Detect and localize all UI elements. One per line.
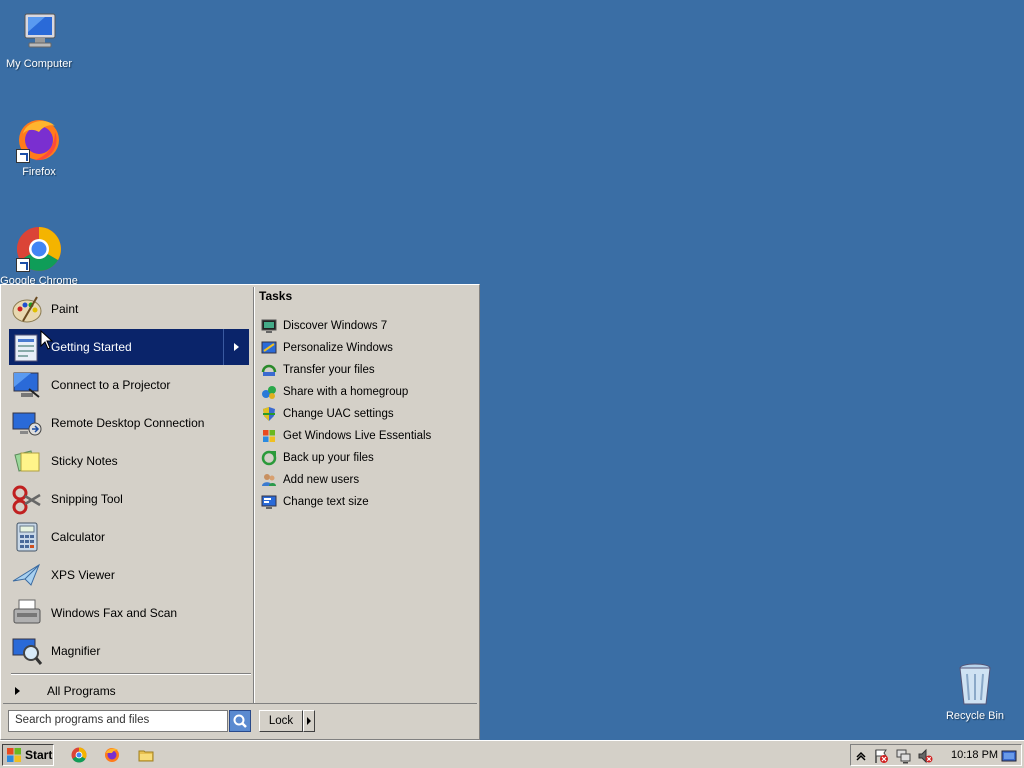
task-label: Add new users	[283, 474, 360, 486]
search-input[interactable]: Search programs and files	[8, 710, 228, 732]
program-paint[interactable]: Paint	[9, 291, 249, 327]
program-xps-viewer[interactable]: XPS Viewer	[9, 557, 249, 593]
shortcut-arrow-icon	[16, 149, 30, 163]
getting-started-icon	[11, 331, 43, 363]
desktop-icon-label: Firefox	[22, 166, 56, 178]
task-label: Back up your files	[283, 452, 374, 464]
program-magnifier[interactable]: Magnifier	[9, 633, 249, 669]
desktop-icon-my-computer[interactable]: My Computer	[0, 8, 78, 70]
desktop-icon-firefox[interactable]: Firefox	[0, 116, 78, 178]
volume-muted-icon[interactable]	[917, 748, 933, 764]
submenu-arrow-icon[interactable]	[223, 329, 249, 365]
windows-live-icon	[261, 428, 277, 444]
clock[interactable]: 10:18 PM	[951, 749, 998, 761]
program-connect-to-a-projector[interactable]: Connect to a Projector	[9, 367, 249, 403]
task-change-uac-settings[interactable]: Change UAC settings	[261, 404, 471, 424]
program-label: Paint	[51, 302, 79, 316]
task-change-text-size[interactable]: Change text size	[261, 492, 471, 512]
start-label: Start	[25, 748, 53, 762]
text-size-icon	[261, 494, 277, 510]
chrome-icon[interactable]	[71, 747, 87, 763]
program-label: Windows Fax and Scan	[51, 606, 178, 620]
magnifier-icon	[11, 635, 43, 667]
program-label: Remote Desktop Connection	[51, 416, 205, 430]
network-icon[interactable]	[895, 748, 911, 764]
paint-icon	[11, 293, 43, 325]
snipping-tool-icon	[11, 483, 43, 515]
transfer-icon	[261, 362, 277, 378]
users-icon	[261, 472, 277, 488]
task-share-homegroup[interactable]: Share with a homegroup	[261, 382, 471, 402]
windows-flag-icon	[6, 747, 22, 763]
backup-icon	[261, 450, 277, 466]
task-discover-windows[interactable]: Discover Windows 7	[261, 316, 471, 336]
mouse-cursor-icon	[40, 329, 54, 350]
program-label: Snipping Tool	[51, 492, 123, 506]
program-calculator[interactable]: Calculator	[9, 519, 249, 555]
all-programs-label: All Programs	[47, 684, 116, 698]
task-label: Share with a homegroup	[283, 386, 409, 398]
program-remote-desktop-connection[interactable]: Remote Desktop Connection	[9, 405, 249, 441]
program-sticky-notes[interactable]: Sticky Notes	[9, 443, 249, 479]
task-back-up-files[interactable]: Back up your files	[261, 448, 471, 468]
desktop-icon-chrome[interactable]: Google Chrome	[0, 225, 78, 287]
program-snipping-tool[interactable]: Snipping Tool	[9, 481, 249, 517]
discover-icon	[261, 318, 277, 334]
chrome-icon	[15, 225, 63, 273]
calculator-icon	[11, 521, 43, 553]
homegroup-icon	[261, 384, 277, 400]
start-menu: Paint Getting Started Connect to a Proje…	[0, 284, 480, 740]
action-center-icon[interactable]	[873, 748, 889, 764]
desktop-icon-recycle-bin[interactable]: Recycle Bin	[936, 660, 1014, 722]
task-windows-live-essentials[interactable]: Get Windows Live Essentials	[261, 426, 471, 446]
tasks-pane: Tasks Discover Windows 7 Personalize Win…	[257, 287, 477, 703]
projector-icon	[11, 369, 43, 401]
desktop-icon-label: Recycle Bin	[945, 710, 1005, 722]
xps-viewer-icon	[11, 559, 43, 591]
task-label: Get Windows Live Essentials	[283, 430, 432, 442]
task-label: Change UAC settings	[283, 408, 394, 420]
expand-arrow-icon	[15, 687, 20, 695]
all-programs-button[interactable]: All Programs	[11, 681, 251, 701]
program-label: Magnifier	[51, 644, 101, 658]
task-personalize-windows[interactable]: Personalize Windows	[261, 338, 471, 358]
show-desktop-icon[interactable]	[1001, 748, 1017, 764]
computer-icon	[15, 8, 63, 56]
start-menu-bottom-bar: Search programs and files Lock	[3, 703, 477, 737]
task-label: Discover Windows 7	[283, 320, 388, 332]
task-add-new-users[interactable]: Add new users	[261, 470, 471, 490]
program-label: Sticky Notes	[51, 454, 118, 468]
program-label: Getting Started	[51, 340, 132, 354]
firefox-icon	[15, 116, 63, 164]
task-label: Change text size	[283, 496, 369, 508]
lock-options-arrow-icon[interactable]	[303, 710, 315, 732]
task-transfer-files[interactable]: Transfer your files	[261, 360, 471, 380]
desktop-icon-label: My Computer	[5, 58, 73, 70]
uac-shield-icon	[261, 406, 277, 422]
program-label: Connect to a Projector	[51, 378, 171, 392]
taskbar: Start 10:18 PM	[0, 740, 1024, 768]
search-icon[interactable]	[229, 710, 251, 732]
recycle-bin-icon	[951, 660, 999, 708]
show-hidden-icons-arrow[interactable]	[853, 748, 869, 764]
remote-desktop-icon	[11, 407, 43, 439]
fax-scan-icon	[11, 597, 43, 629]
task-label: Transfer your files	[283, 364, 375, 376]
sticky-notes-icon	[11, 445, 43, 477]
tasks-title: Tasks	[259, 289, 293, 303]
system-tray: 10:18 PM	[850, 744, 1022, 766]
personalize-icon	[261, 340, 277, 356]
shortcut-arrow-icon	[16, 258, 30, 272]
firefox-icon[interactable]	[104, 747, 120, 763]
pane-divider	[253, 287, 255, 703]
task-label: Personalize Windows	[283, 342, 393, 354]
program-windows-fax-and-scan[interactable]: Windows Fax and Scan	[9, 595, 249, 631]
file-explorer-icon[interactable]	[138, 747, 154, 763]
start-button[interactable]: Start	[2, 744, 54, 766]
separator	[11, 673, 251, 675]
program-label: XPS Viewer	[51, 568, 115, 582]
program-label: Calculator	[51, 530, 106, 544]
lock-button[interactable]: Lock	[259, 710, 303, 732]
